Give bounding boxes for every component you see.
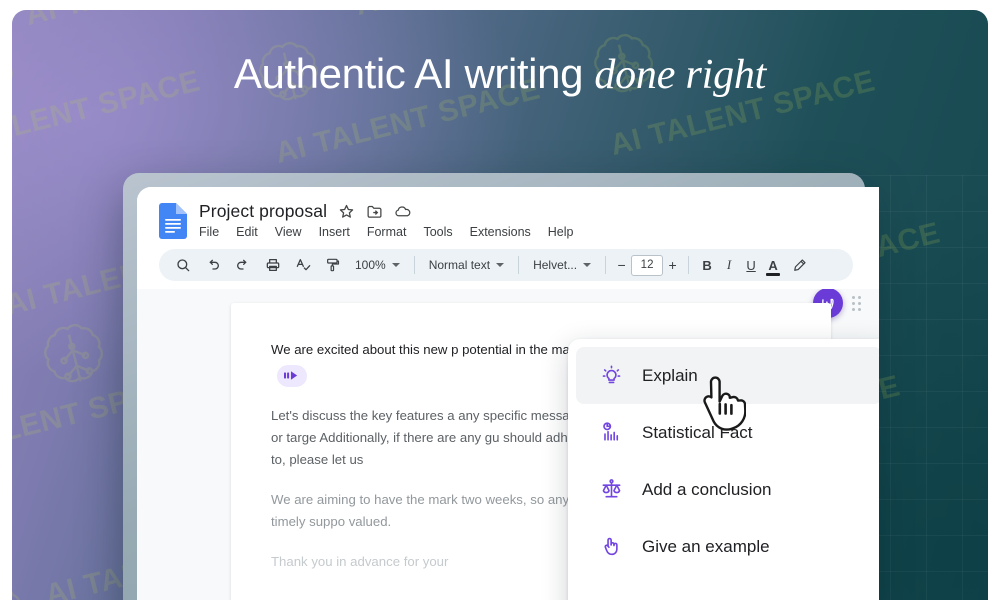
pointing-hand-icon (598, 534, 624, 560)
paragraph-text: We are excited about this new p potentia… (271, 342, 596, 357)
brain-logo-icon (24, 311, 126, 407)
menu-tools[interactable]: Tools (423, 224, 452, 240)
menu-format[interactable]: Format (367, 224, 407, 240)
menu-extensions[interactable]: Extensions (470, 224, 531, 240)
docs-toolbar: 100% Normal text Helvet... − 12 + B I U … (159, 249, 853, 281)
text-color-button[interactable]: A (763, 258, 783, 276)
font-size-input[interactable]: 12 (631, 254, 664, 276)
font-family-value: Helvet... (533, 258, 578, 272)
menu-help[interactable]: Help (548, 224, 574, 240)
rewrite-arrow-icon[interactable] (277, 364, 307, 387)
toolbar-divider (605, 256, 607, 274)
document-paragraph: Let's discuss the key features a any spe… (271, 407, 595, 467)
toolbar-divider (413, 256, 415, 274)
drag-handle-dots-icon[interactable] (852, 295, 861, 311)
chevron-down-icon (583, 263, 592, 267)
menu-file[interactable]: File (199, 224, 219, 240)
headline-italic: done right (594, 52, 767, 98)
watermark-text: AI TALENT SPACE (352, 10, 624, 23)
page-frame: AI TALENT SPACE AI TALENT SPACE AI TALEN… (0, 0, 1000, 600)
lightbulb-icon (598, 363, 624, 389)
scales-icon (598, 477, 624, 503)
paint-format-icon[interactable] (319, 252, 347, 278)
menu-insert[interactable]: Insert (319, 224, 350, 240)
font-size-increase-button[interactable]: + (665, 257, 680, 273)
menu-view[interactable]: View (275, 224, 302, 240)
document-page[interactable]: We are excited about this new p potentia… (231, 303, 879, 600)
browser-window: Project proposal File Edit View Insert F… (123, 173, 879, 600)
chevron-down-icon (391, 263, 400, 267)
move-to-folder-icon[interactable] (366, 203, 383, 220)
search-icon[interactable] (169, 252, 197, 278)
menu-item-add-a-conclusion[interactable]: Add a conclusion (576, 461, 879, 518)
page-title: Authentic AI writing done right (12, 50, 988, 99)
menu-item-give-an-example[interactable]: Give an example (576, 518, 879, 575)
brain-logo-icon (12, 571, 46, 600)
menu-item-label: Statistical Fact (642, 422, 753, 442)
chevron-down-icon (496, 263, 505, 267)
zoom-level-dropdown[interactable]: 100% (349, 252, 406, 278)
paragraph-style-dropdown[interactable]: Normal text (423, 252, 510, 278)
doc-title-row: Project proposal (199, 201, 574, 222)
hero-stage: AI TALENT SPACE AI TALENT SPACE AI TALEN… (12, 10, 988, 600)
spellcheck-icon[interactable] (289, 252, 317, 278)
print-icon[interactable] (259, 252, 287, 278)
wordtune-ai-menu: Explain Statistical Fact Add a conclusio… (568, 339, 879, 600)
toolbar-divider (518, 256, 520, 274)
document-paragraph: We are excited about this new p potentia… (271, 339, 601, 387)
google-docs-icon (159, 203, 187, 239)
bar-chart-icon (598, 420, 624, 446)
italic-button[interactable]: I (719, 257, 739, 273)
undo-icon[interactable] (199, 252, 227, 278)
menu-item-label: Give an example (642, 536, 770, 556)
zoom-level-value: 100% (355, 258, 386, 272)
menu-item-statistical-fact[interactable]: Statistical Fact (576, 404, 879, 461)
menu-edit[interactable]: Edit (236, 224, 258, 240)
star-icon[interactable] (338, 203, 355, 220)
headline-regular: Authentic AI writing (233, 50, 595, 97)
underline-button[interactable]: U (741, 258, 761, 273)
docs-header: Project proposal File Edit View Insert F… (137, 187, 879, 240)
docs-menu-bar: File Edit View Insert Format Tools Exten… (199, 224, 574, 240)
docs-canvas: We are excited about this new p potentia… (137, 289, 879, 600)
document-paragraph: Thank you in advance for your (271, 553, 449, 569)
font-family-dropdown[interactable]: Helvet... (527, 252, 597, 278)
watermark-text: AI TALENT SPACE (22, 10, 294, 33)
bold-button[interactable]: B (697, 258, 717, 273)
highlight-pen-icon[interactable] (785, 252, 813, 278)
menu-item-explain[interactable]: Explain (576, 347, 879, 404)
google-docs-app: Project proposal File Edit View Insert F… (137, 187, 879, 600)
paragraph-style-value: Normal text (428, 258, 491, 272)
menu-item-label: Add a conclusion (642, 479, 772, 499)
cloud-saved-icon[interactable] (394, 203, 411, 220)
font-size-decrease-button[interactable]: − (614, 257, 629, 273)
document-paragraph: We are aiming to have the mark two weeks… (271, 491, 570, 529)
toolbar-divider (688, 256, 690, 274)
menu-item-label: Explain (642, 365, 698, 385)
redo-icon[interactable] (229, 252, 257, 278)
document-title[interactable]: Project proposal (199, 201, 327, 222)
watermark-text: AI TALENT SPACE (682, 10, 954, 15)
